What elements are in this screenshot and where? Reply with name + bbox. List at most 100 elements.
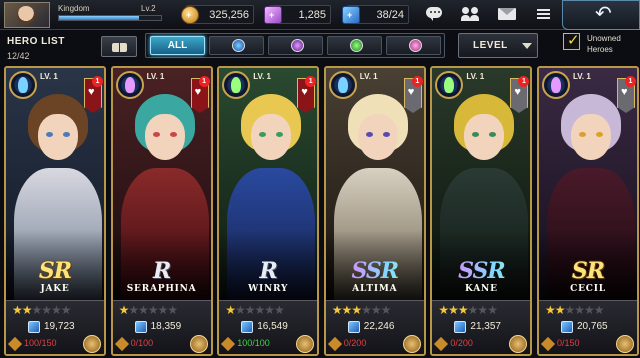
- hero-info-panel: ★★★★★★ 19,723 100/150: [6, 300, 104, 354]
- chat-icon[interactable]: [425, 6, 443, 22]
- hero-name: KANE: [465, 284, 498, 294]
- hero-fragments: 100/150: [24, 338, 57, 348]
- hero-power: 21,357: [470, 321, 501, 332]
- sort-select[interactable]: LEVEL: [458, 33, 538, 58]
- hero-rarity: R: [152, 258, 171, 284]
- enhance-fist-icon[interactable]: [616, 335, 634, 353]
- player-avatar[interactable]: [4, 2, 50, 28]
- hero-level: LV. 1: [40, 72, 58, 81]
- hero-star-rating: ★★★★★★: [118, 303, 179, 317]
- back-arrow-icon: ↶: [595, 3, 612, 25]
- notification-dot: 1: [625, 76, 636, 87]
- hero-book-button[interactable]: [101, 36, 137, 57]
- favorite-badge[interactable]: ♥ 1: [510, 76, 530, 113]
- chevron-down-icon: [522, 43, 532, 49]
- favorite-badge[interactable]: ♥ 1: [297, 76, 317, 113]
- hero-fragments: 0/150: [557, 338, 580, 348]
- unowned-heroes-checkbox[interactable]: ✓: [563, 32, 580, 50]
- notification-dot: 1: [198, 76, 210, 87]
- enhance-fist-icon[interactable]: [509, 335, 528, 353]
- element-filter-bar: ALL: [145, 33, 445, 58]
- hero-rarity: SR: [571, 258, 605, 284]
- add-gold-plus-icon: +: [186, 10, 192, 20]
- xp-bar-fill: [59, 16, 139, 20]
- hero-info-panel: ★★★★★★ 18,359 0/100: [112, 300, 211, 354]
- hero-card[interactable]: LV. 1 ♥ 1 SSR KANE ★★★★★★ 21,357 0/200: [430, 66, 533, 356]
- fragment-icon: [434, 336, 449, 352]
- hero-name: ALTIMA: [352, 284, 398, 294]
- filter-tab-dark[interactable]: [268, 36, 323, 55]
- favorite-badge[interactable]: ♥ 1: [84, 76, 103, 113]
- combat-power-icon: [28, 321, 40, 333]
- filter-tab-wind[interactable]: [327, 36, 382, 55]
- combat-power-icon: [347, 321, 360, 333]
- filter-tab-water[interactable]: [209, 36, 264, 55]
- hero-level: LV. 1: [359, 72, 378, 81]
- favorite-badge[interactable]: ♥ 1: [403, 76, 423, 113]
- friends-icon[interactable]: [461, 6, 479, 22]
- hero-name: JAKE: [40, 284, 70, 294]
- hero-info-panel: ★★★★★★ 22,246 0/200: [325, 300, 424, 354]
- hero-fragments: 0/200: [343, 338, 367, 348]
- filter-tab-all[interactable]: ALL: [150, 36, 205, 55]
- favorite-badge[interactable]: ♥ 1: [190, 76, 210, 113]
- hero-card[interactable]: LV. 1 ♥ 1 SSR ALTIMA ★★★★★★ 22,246 0/200: [323, 66, 426, 356]
- hero-fragments: 0/200: [450, 338, 473, 348]
- hero-rarity: SSR: [326, 258, 424, 284]
- notification-dot: 1: [305, 76, 317, 87]
- filter-tab-light[interactable]: [386, 36, 441, 55]
- hero-power: 16,549: [257, 321, 288, 332]
- hero-card[interactable]: LV. 1 ♥ 1 R WINRY ★★★★★★ 16,549 100/100: [217, 66, 320, 356]
- hero-card[interactable]: LV. 1 ♥ 1 SR JAKE ★★★★★★ 19,723 100/150: [4, 66, 106, 356]
- enhance-fist-icon[interactable]: [189, 335, 208, 353]
- hero-rarity: SR: [38, 258, 72, 284]
- combat-power-icon: [134, 321, 147, 333]
- notification-dot: 1: [92, 76, 103, 87]
- hero-card-list: LV. 1 ♥ 1 SR JAKE ★★★★★★ 19,723 100/150 …: [0, 66, 640, 358]
- fragment-icon: [114, 336, 129, 352]
- combat-power-icon: [454, 321, 467, 333]
- water-element-icon: [232, 39, 245, 52]
- favorite-badge[interactable]: ♥ 1: [617, 76, 636, 113]
- hero-card[interactable]: LV. 1 ♥ 1 R SERAPHINA ★★★★★★ 18,359 0/10…: [110, 66, 213, 356]
- hero-info-panel: ★★★★★★ 21,357 0/200: [432, 300, 531, 354]
- hero-name: WINRY: [248, 284, 289, 294]
- hero-fragments: 100/100: [237, 338, 270, 348]
- element-emblem-icon: [9, 71, 37, 99]
- mail-icon[interactable]: [498, 6, 516, 22]
- stamina-display[interactable]: + 38/24: [342, 5, 409, 24]
- gold-display[interactable]: + 325,256: [181, 5, 254, 24]
- hero-rarity: R: [259, 258, 278, 284]
- enhance-fist-icon[interactable]: [83, 335, 101, 353]
- heart-icon: ♥: [301, 86, 308, 98]
- notification-dot: 1: [411, 76, 423, 87]
- gem-display[interactable]: + 1,285: [264, 5, 331, 24]
- hero-power: 22,246: [363, 321, 395, 332]
- element-emblem-icon: [542, 71, 570, 99]
- element-emblem-icon: [328, 71, 357, 99]
- fragment-icon: [221, 336, 236, 352]
- enhance-fist-icon[interactable]: [296, 335, 315, 353]
- avatar-face-icon: [17, 6, 35, 24]
- hero-power: 20,765: [577, 321, 608, 332]
- light-element-icon: [409, 39, 422, 52]
- gold-amount: 325,256: [209, 9, 249, 21]
- hero-level: LV. 1: [146, 72, 165, 81]
- hero-name: CECIL: [570, 284, 606, 294]
- menu-icon[interactable]: [535, 6, 553, 22]
- enhance-fist-icon[interactable]: [402, 335, 421, 353]
- heart-icon: ♥: [88, 86, 95, 98]
- book-icon: [112, 43, 119, 52]
- gem-icon: +: [264, 6, 282, 24]
- hero-level: LV. 1: [573, 72, 591, 81]
- element-emblem-icon: [115, 71, 144, 99]
- checkmark-icon: ✓: [567, 32, 580, 49]
- heart-icon: ♥: [407, 86, 415, 98]
- combat-power-icon: [561, 321, 573, 333]
- hero-rarity: SSR: [432, 258, 530, 284]
- back-button[interactable]: ↶: [562, 0, 640, 30]
- hero-level: LV. 1: [466, 72, 485, 81]
- hero-card[interactable]: LV. 1 ♥ 1 SR CECIL ★★★★★★ 20,765 0/150: [537, 66, 639, 356]
- hero-info-panel: ★★★★★★ 20,765 0/150: [539, 300, 637, 354]
- hero-fragments: 0/100: [130, 338, 154, 348]
